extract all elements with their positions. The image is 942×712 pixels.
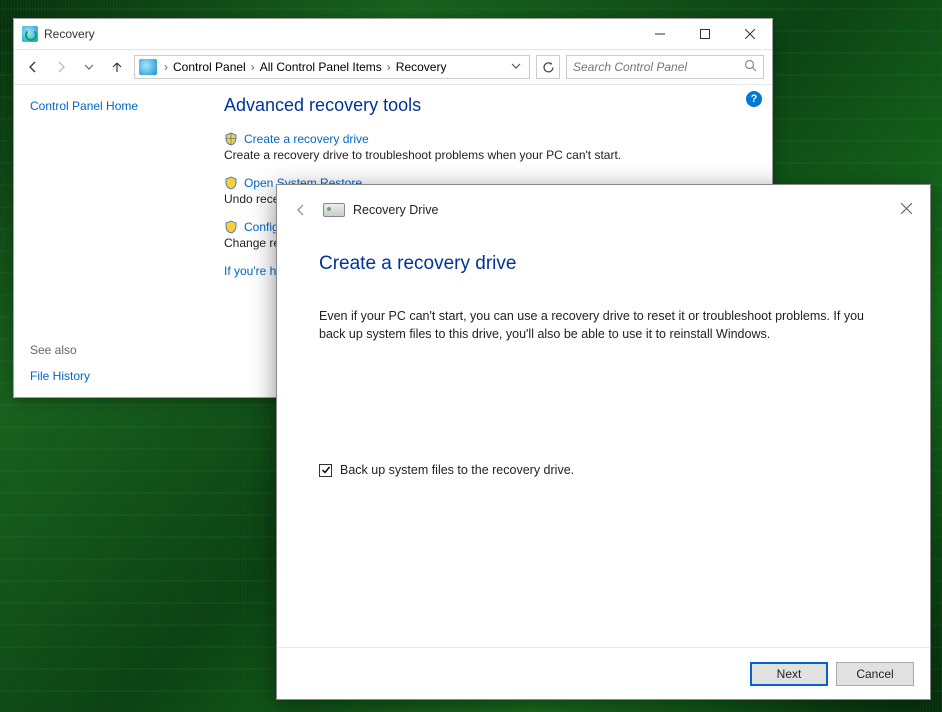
minimize-button[interactable] bbox=[637, 20, 682, 49]
breadcrumb-item[interactable]: Control Panel bbox=[173, 60, 246, 74]
maximize-button[interactable] bbox=[682, 20, 727, 49]
recent-dropdown[interactable] bbox=[78, 56, 100, 78]
shield-icon bbox=[224, 176, 238, 190]
left-pane: Control Panel Home See also File History bbox=[14, 85, 214, 397]
see-also-heading: See also bbox=[30, 343, 198, 357]
next-button[interactable]: Next bbox=[750, 662, 828, 686]
chevron-right-icon: › bbox=[382, 60, 396, 74]
chevron-right-icon: › bbox=[246, 60, 260, 74]
window-title: Recovery bbox=[44, 27, 95, 41]
window-controls bbox=[637, 20, 772, 49]
search-box[interactable] bbox=[566, 55, 764, 79]
wizard-title: Recovery Drive bbox=[353, 203, 438, 217]
forward-button[interactable] bbox=[50, 56, 72, 78]
breadcrumb-item[interactable]: All Control Panel Items bbox=[260, 60, 382, 74]
refresh-button[interactable] bbox=[536, 55, 560, 79]
address-dropdown-icon[interactable] bbox=[507, 60, 525, 74]
wizard-description: Even if your PC can't start, you can use… bbox=[319, 307, 888, 343]
shield-icon bbox=[224, 132, 238, 146]
address-icon bbox=[139, 59, 157, 75]
page-heading: Advanced recovery tools bbox=[224, 95, 758, 116]
shield-icon bbox=[224, 220, 238, 234]
close-button[interactable] bbox=[727, 20, 772, 49]
backup-checkbox[interactable] bbox=[319, 464, 332, 477]
breadcrumb-item[interactable]: Recovery bbox=[396, 60, 447, 74]
file-history-link[interactable]: File History bbox=[30, 369, 198, 383]
wizard-close-button[interactable] bbox=[888, 195, 924, 221]
search-input[interactable] bbox=[573, 60, 744, 74]
drive-icon bbox=[323, 203, 345, 217]
chevron-right-icon: › bbox=[159, 60, 173, 74]
nav-toolbar: › Control Panel › All Control Panel Item… bbox=[14, 49, 772, 85]
tool-item: Create a recovery drive Create a recover… bbox=[224, 132, 758, 162]
tool-description: Create a recovery drive to troubleshoot … bbox=[224, 148, 758, 162]
wizard-body: Create a recovery drive Even if your PC … bbox=[277, 235, 930, 647]
wizard-heading: Create a recovery drive bbox=[319, 253, 888, 275]
wizard-header: Recovery Drive bbox=[277, 185, 930, 235]
search-icon bbox=[744, 59, 757, 75]
recovery-drive-wizard: Recovery Drive Create a recovery drive E… bbox=[276, 184, 931, 700]
control-panel-home-link[interactable]: Control Panel Home bbox=[30, 99, 198, 113]
create-recovery-drive-link[interactable]: Create a recovery drive bbox=[244, 132, 369, 146]
cancel-button[interactable]: Cancel bbox=[836, 662, 914, 686]
address-bar[interactable]: › Control Panel › All Control Panel Item… bbox=[134, 55, 530, 79]
up-button[interactable] bbox=[106, 56, 128, 78]
wizard-footer: Next Cancel bbox=[277, 647, 930, 699]
back-button[interactable] bbox=[22, 56, 44, 78]
titlebar[interactable]: Recovery bbox=[14, 19, 772, 49]
help-icon[interactable]: ? bbox=[746, 91, 762, 107]
backup-checkbox-row[interactable]: Back up system files to the recovery dri… bbox=[319, 463, 888, 477]
wizard-back-button[interactable] bbox=[289, 198, 313, 222]
recovery-icon bbox=[22, 26, 38, 42]
backup-checkbox-label: Back up system files to the recovery dri… bbox=[340, 463, 574, 477]
